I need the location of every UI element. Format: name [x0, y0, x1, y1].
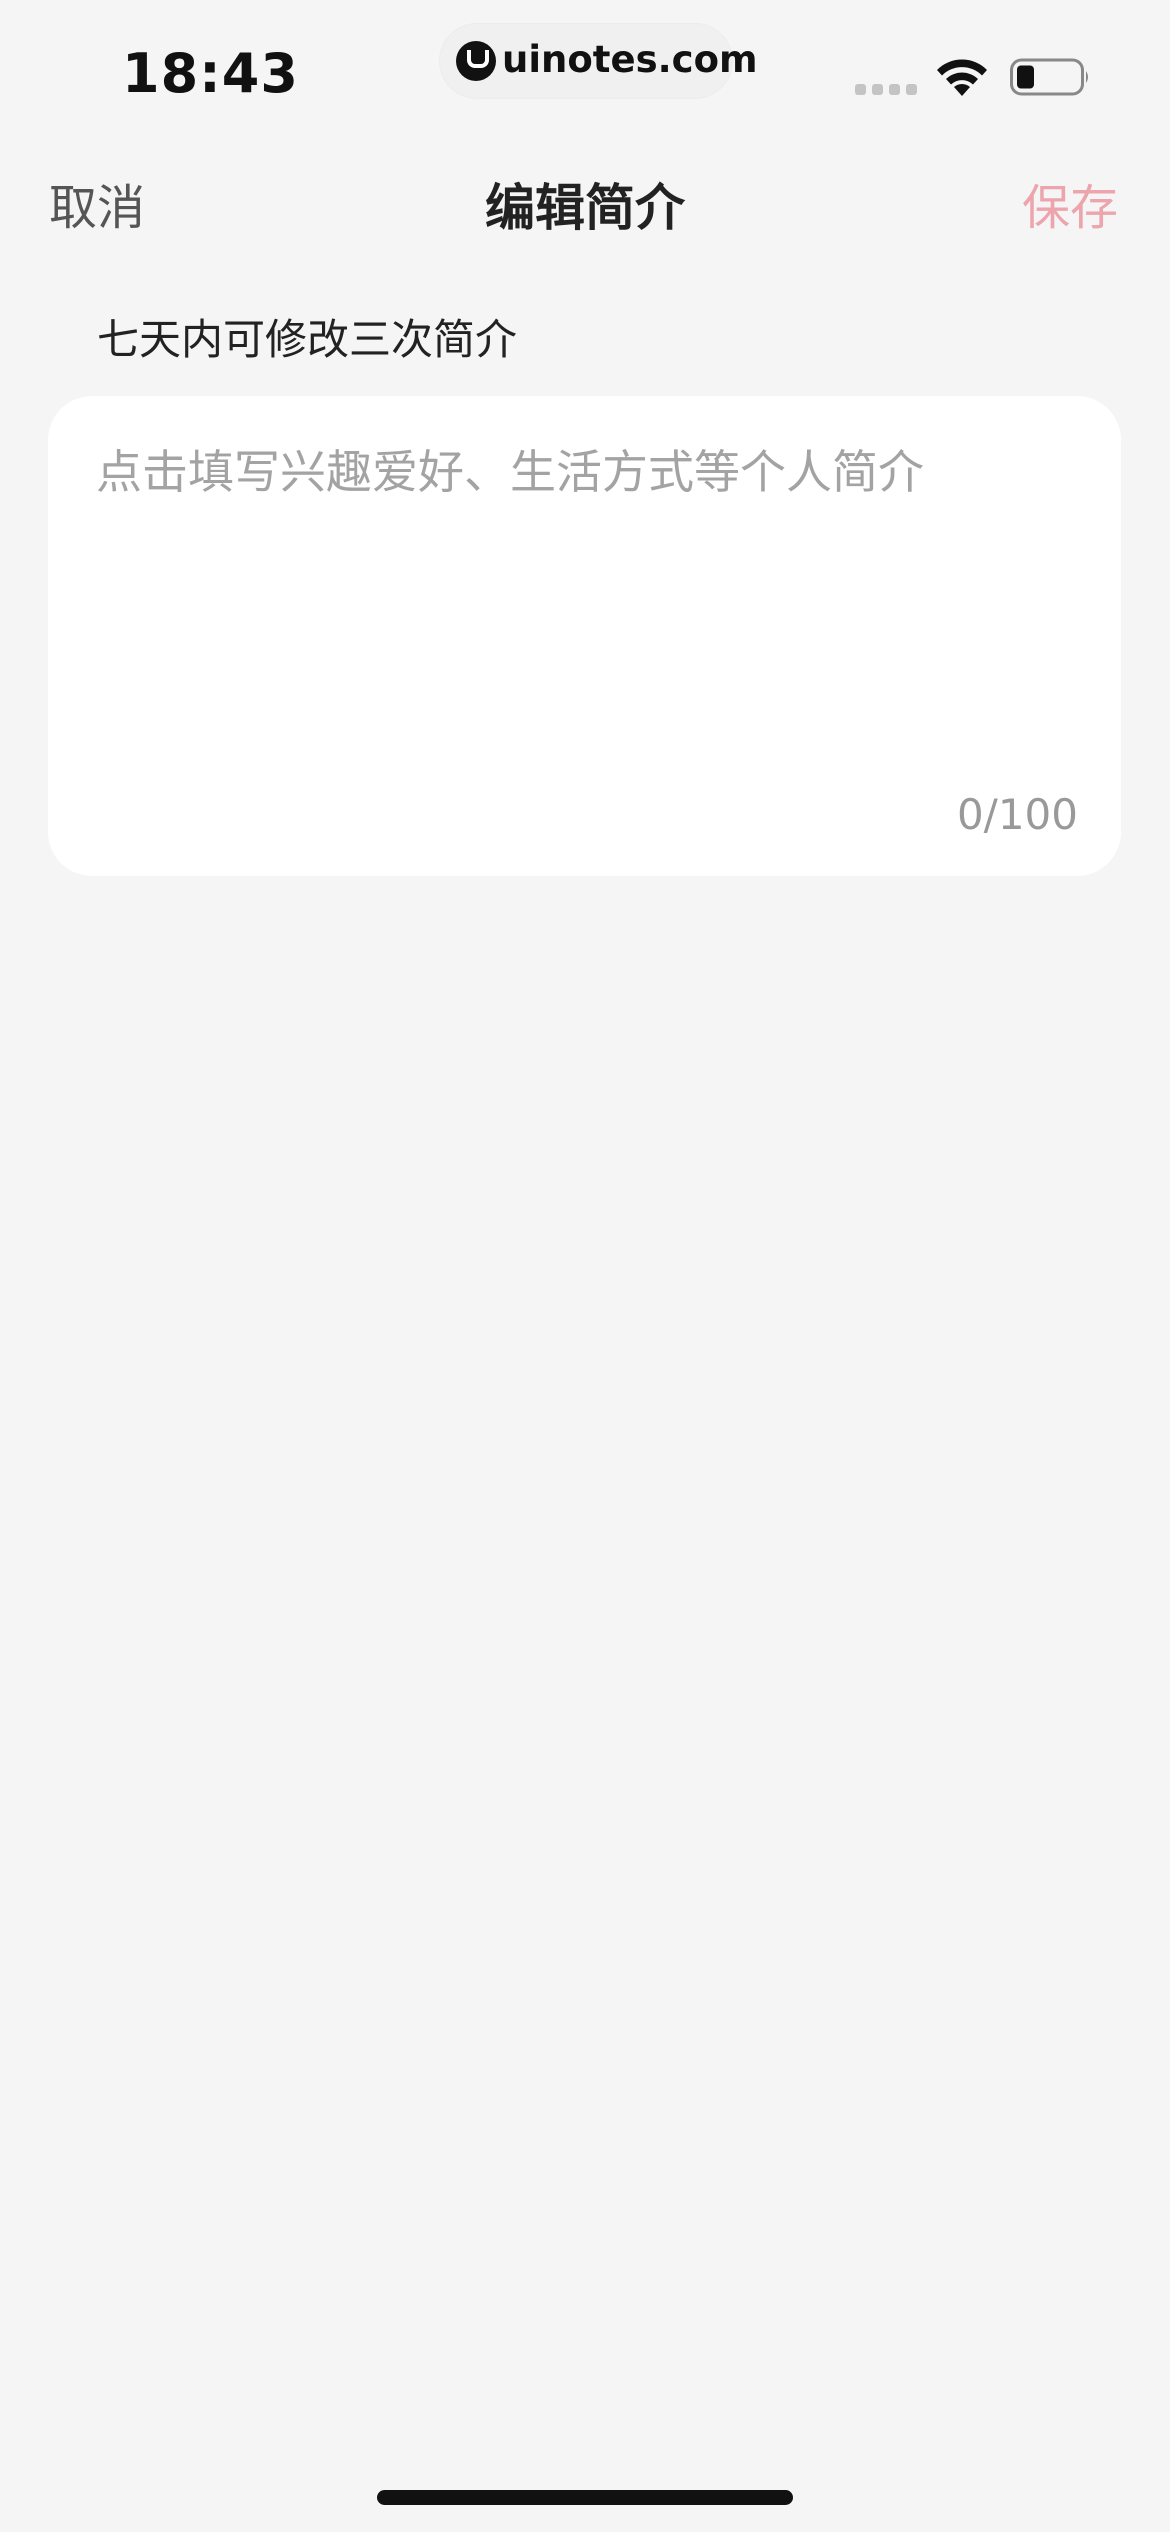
wifi-icon — [937, 59, 987, 96]
page-title: 编辑简介 — [485, 179, 685, 237]
status-bar: 18:43 uinotes.com — [0, 0, 1170, 150]
save-button[interactable]: 保存 — [1022, 168, 1118, 238]
bio-card: 0/100 — [48, 396, 1121, 876]
bio-input[interactable] — [96, 436, 1076, 776]
cancel-button[interactable]: 取消 — [49, 168, 145, 238]
battery-icon — [1010, 58, 1088, 96]
url-text: uinotes.com — [502, 38, 758, 81]
url-pill[interactable]: uinotes.com — [440, 24, 758, 98]
edit-limit-hint: 七天内可修改三次简介 — [97, 315, 518, 364]
character-counter: 0/100 — [956, 790, 1078, 839]
uinotes-logo-icon — [456, 41, 496, 81]
home-indicator[interactable] — [377, 2490, 793, 2505]
status-time: 18:43 — [122, 42, 299, 105]
cellular-signal-icon — [855, 84, 917, 96]
